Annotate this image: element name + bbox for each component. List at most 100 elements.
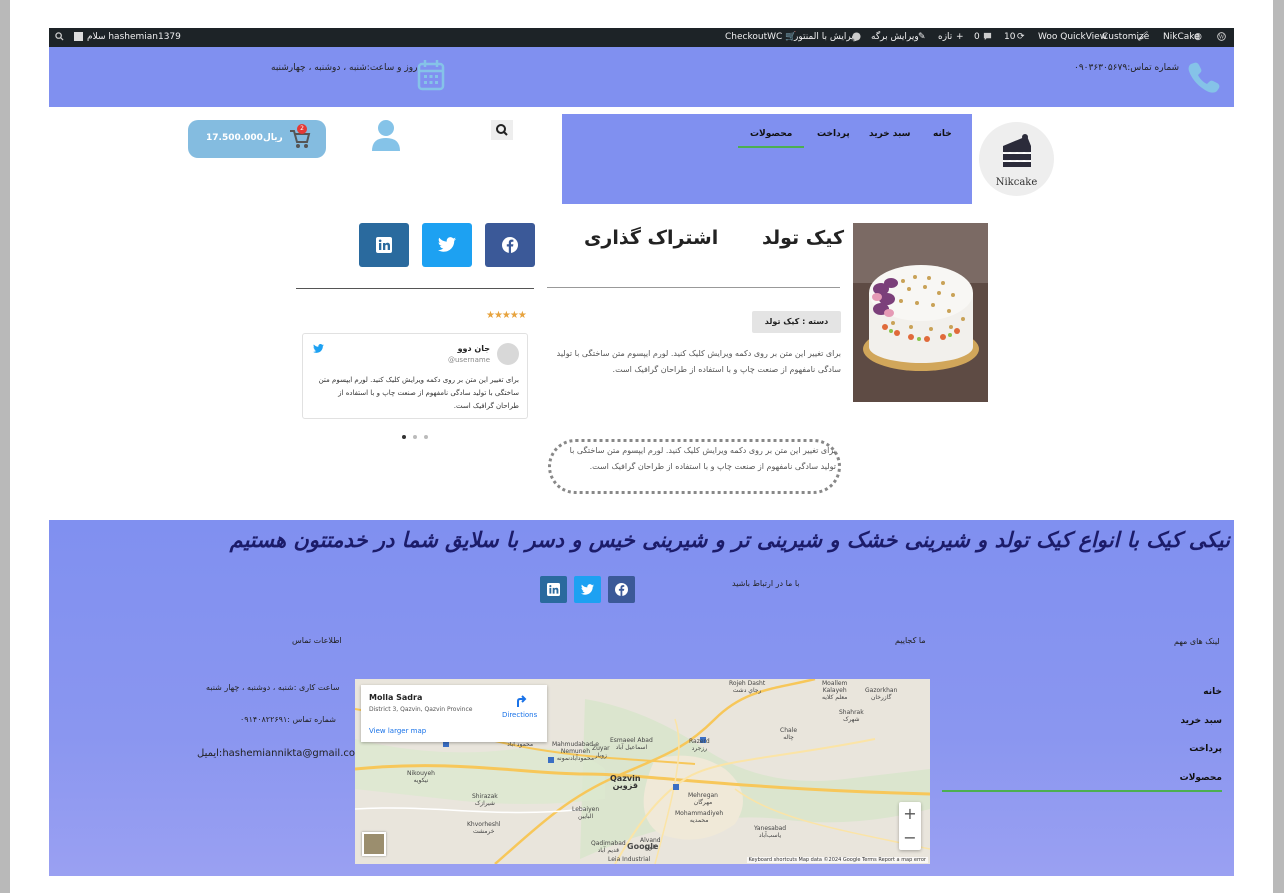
zoom-in-button[interactable]: +: [899, 802, 921, 826]
plus-icon: +: [956, 32, 964, 42]
footer-email[interactable]: hashemiannikta@gmail.com:ایمیل: [197, 748, 365, 759]
carousel-dot[interactable]: [413, 435, 417, 439]
footer-slogan: نیکی کیک با انواع کیک تولد و شیرینی خشک …: [229, 528, 1230, 552]
rating-stars: ★★★★★: [486, 310, 527, 321]
topbar-phone: شماره تماس:۰۹۰۳۶۳۰۵۶۷۹: [1074, 63, 1180, 73]
logo-text: Nikcake: [995, 177, 1038, 188]
linkedin-share-button[interactable]: [359, 223, 409, 267]
twitter-share-button[interactable]: [422, 223, 472, 267]
map-place-address: District 3, Qazvin, Qazvin Province: [369, 706, 473, 713]
map-info-card: Molla Sadra District 3, Qazvin, Qazvin P…: [361, 685, 547, 742]
dashboard-icon: ◍: [1194, 32, 1202, 42]
search-icon[interactable]: [491, 120, 513, 140]
footer-hours: ساعت کاری :شنبه ، دوشنبه ، چهار شنبه: [206, 683, 340, 692]
satellite-toggle-thumbnail[interactable]: [362, 832, 386, 856]
svg-text:W: W: [1219, 35, 1225, 41]
top-info-bar: شماره تماس:۰۹۰۳۶۳۰۵۶۷۹ روز و ساعت:شنبه ،…: [49, 47, 1234, 107]
contact-us-text: با ما در ارتباط باشید: [732, 579, 800, 588]
brush-icon: 🖌: [1137, 32, 1149, 42]
reviewer-handle: @username: [448, 356, 490, 364]
where-heading: ما کجاییم: [895, 636, 926, 645]
admin-greeting[interactable]: سلام hashemian1379: [87, 32, 181, 43]
dotted-box-text: برای تغییر این متن بر روی دکمه ویرایش کل…: [569, 446, 836, 471]
comment-icon: [983, 32, 992, 44]
carousel-dot[interactable]: [402, 435, 406, 439]
testimonial-text: برای تغییر این متن بر روی دکمه ویرایش کل…: [318, 376, 519, 410]
pencil-icon: ✎: [918, 32, 926, 42]
cart-count-badge: 2: [297, 124, 307, 134]
cart-button[interactable]: 17.500.000ریال 2: [188, 120, 326, 158]
footer-phone: شماره تماس :۰۹۱۴۰۸۲۲۶۹۱: [240, 715, 336, 724]
divider: [547, 287, 840, 288]
twitter-icon: [438, 237, 456, 252]
footer-linkedin-button[interactable]: [540, 576, 567, 603]
info-heading: اطلاعات تماس: [292, 636, 342, 645]
map-label: Qadimabad قدیم آباد: [591, 840, 626, 854]
user-account-icon[interactable]: [371, 118, 401, 152]
map-label: Leia Industrial: [608, 856, 651, 863]
carousel-dot[interactable]: [424, 435, 428, 439]
testimonial-card: جان دوو @username برای تغییر این متن بر …: [302, 333, 528, 419]
map-label: Yanesabad یاسب‌آباد: [754, 825, 787, 839]
phone-icon: [1188, 62, 1220, 93]
directions-icon[interactable]: [514, 694, 528, 708]
footer-link-cart[interactable]: سبد خرید: [1180, 716, 1222, 726]
nav-item-checkout[interactable]: پرداخت: [817, 129, 850, 139]
map-label: Razerd رزجرد: [689, 738, 710, 752]
footer-twitter-button[interactable]: [574, 576, 601, 603]
edit-page-link[interactable]: ویرایش برگه: [871, 32, 919, 43]
map-zoom-control: + −: [899, 802, 921, 850]
user-avatar-icon[interactable]: [74, 32, 83, 44]
comments-count[interactable]: 0: [974, 32, 980, 43]
map-label: Shahrak شهرک: [839, 709, 864, 723]
nav-item-home[interactable]: خانه: [933, 129, 952, 139]
view-larger-map-link[interactable]: View larger map: [369, 727, 426, 735]
product-image[interactable]: [853, 223, 988, 402]
facebook-icon: [502, 237, 518, 253]
checkoutwc-menu[interactable]: CheckoutWC 🛒: [725, 32, 796, 43]
google-logo: Google: [627, 842, 659, 851]
zoom-out-button[interactable]: −: [899, 826, 921, 850]
directions-link[interactable]: Directions: [502, 711, 537, 719]
map-attribution[interactable]: Keyboard shortcuts Map data ©2024 Google…: [746, 857, 928, 863]
map-label: Shirazak شیرازک: [472, 793, 498, 807]
edit-elementor-link[interactable]: ویرایش با المنتور: [794, 32, 858, 43]
map-label: Moallem Kalayeh معلم کلایه: [822, 680, 848, 701]
footer-link-products[interactable]: محصولات: [1180, 773, 1222, 783]
active-nav-underline: [738, 146, 804, 148]
cake-logo-icon: [1003, 134, 1031, 167]
nav-item-products[interactable]: محصولات: [750, 129, 792, 139]
map-label: Lebaiyen البایین: [572, 806, 600, 820]
map-place-name: Molla Sadra: [369, 693, 423, 702]
product-description: برای تغییر این متن بر روی دکمه ویرایش کل…: [556, 349, 841, 374]
wordpress-icon[interactable]: W: [1217, 32, 1226, 44]
linkedin-icon: [547, 583, 560, 596]
map-label: Chale چاله: [780, 727, 798, 741]
map-label: Khvorheshl خرمشت: [467, 821, 501, 835]
woo-quickview-link[interactable]: Woo QuickView: [1038, 32, 1107, 43]
updates-count[interactable]: 10: [1004, 32, 1015, 43]
new-content-link[interactable]: تازه: [938, 32, 952, 43]
facebook-icon: [615, 583, 628, 596]
facebook-share-button[interactable]: [485, 223, 535, 267]
reviewer-name: جان دوو: [457, 344, 490, 353]
footer-link-underline: [942, 790, 1222, 792]
search-icon[interactable]: [55, 32, 64, 44]
updates-icon: ⟳: [1017, 32, 1025, 42]
footer-facebook-button[interactable]: [608, 576, 635, 603]
avatar: [497, 343, 519, 365]
wp-admin-bar: سلام hashemian1379 CheckoutWC 🛒 ویرایش ب…: [49, 28, 1234, 47]
map-label: Mahmudabad-e Nemuneh محمودآبادنمونه: [552, 741, 599, 762]
nav-item-cart[interactable]: سبد خرید: [869, 129, 911, 139]
site-logo[interactable]: Nikcake: [979, 122, 1054, 196]
footer-link-checkout[interactable]: پرداخت: [1189, 744, 1222, 754]
topbar-hours: روز و ساعت:شنبه ، دوشنبه ، چهارشنبه: [271, 63, 418, 73]
linkedin-icon: [376, 237, 392, 253]
cart-total: 17.500.000ریال: [206, 133, 283, 143]
google-map[interactable]: Rojeh Dasht رجاي دشت Moallem Kalayeh معلم ک…: [355, 679, 930, 864]
category-badge[interactable]: دسته : کیک تولد: [752, 311, 841, 333]
footer-link-home[interactable]: خانه: [1203, 687, 1222, 697]
map-label: Esmaeel Abad اسماعیل آباد: [610, 737, 653, 751]
map-label: Qazvin قزوین: [610, 774, 641, 790]
map-label: Gazorkhan گازرخان: [865, 687, 898, 701]
